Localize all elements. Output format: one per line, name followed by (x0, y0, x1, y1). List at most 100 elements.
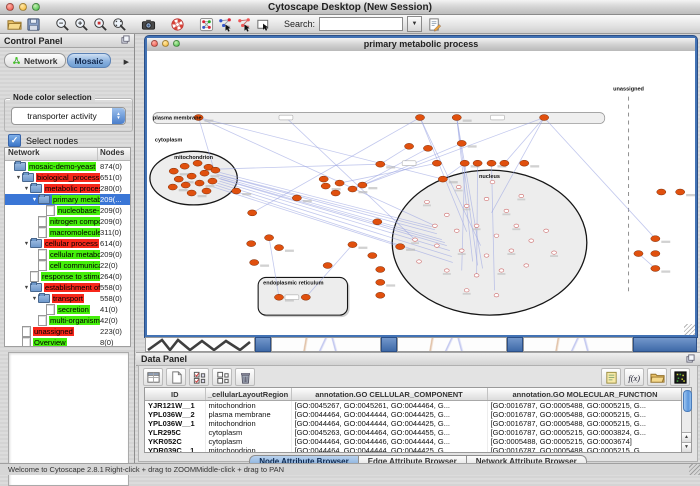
annotation-select-icon[interactable] (255, 16, 272, 33)
tree-row[interactable]: response to stimul264(0) (5, 271, 130, 282)
attribute-cell[interactable]: [GO:0045267, GO:0045261, GO:0044464, G..… (291, 401, 487, 411)
float-panel-icon[interactable] (686, 354, 695, 365)
search-config-icon[interactable] (426, 16, 443, 33)
attribute-table-row[interactable]: YLR295Ccytoplasm[GO:0045263, GO:0044464,… (145, 428, 682, 437)
tree-row[interactable]: ▼metabolic process280(0) (5, 183, 130, 194)
attribute-cell[interactable]: mitochondrion (205, 401, 291, 411)
zoom-out-icon[interactable] (54, 16, 71, 33)
column-header-id[interactable]: ID (145, 388, 205, 401)
attribute-cell[interactable]: mitochondrion (205, 419, 291, 428)
zoom-selected-icon[interactable] (92, 16, 109, 33)
label-icon[interactable] (601, 368, 621, 386)
select-nodes-checkbox[interactable]: ✓ (8, 134, 21, 147)
select-nodes-network-icon[interactable] (217, 16, 234, 33)
tree-row[interactable]: ▼transport558(0) (5, 293, 130, 304)
background-window-chrome[interactable] (381, 337, 397, 352)
tab-network[interactable]: Network (4, 53, 66, 68)
matrix-icon[interactable] (670, 368, 690, 386)
tree-row[interactable]: cell communicat22(0) (5, 260, 130, 271)
attribute-delete-icon[interactable] (235, 368, 255, 386)
attribute-table-row[interactable]: YDR039C__1mitochondrion[GO:0044464, GO:0… (145, 446, 682, 453)
background-window-chrome[interactable] (255, 337, 271, 352)
attribute-cell[interactable]: YPL036W__2 (145, 410, 205, 419)
network-window-titlebar[interactable]: primary metabolic process (147, 38, 695, 52)
attribute-cell[interactable]: mitochondrion (205, 446, 291, 453)
import-table-icon[interactable] (647, 368, 667, 386)
node-color-dropdown[interactable]: transporter activity ▲▼ (11, 107, 126, 125)
attribute-cell[interactable]: [GO:0016787, GO:0005488, GO:0005215, G..… (487, 410, 682, 419)
attribute-cell[interactable]: YDR039C__1 (145, 446, 205, 453)
background-window-thumbnail[interactable] (397, 337, 507, 352)
tree-row[interactable]: ▼establishment of lo558(0) (5, 282, 130, 293)
tree-row[interactable]: nitrogen compo209(0) (5, 216, 130, 227)
attribute-unselect-icon[interactable] (212, 368, 232, 386)
tree-expander-icon[interactable]: ▼ (23, 285, 30, 291)
background-window-thumbnail[interactable] (271, 337, 381, 352)
tree-expander-icon[interactable]: ▼ (31, 296, 38, 302)
tree-row[interactable]: mosaic-demo-yeast874(0) (5, 161, 130, 172)
background-window-thumbnail[interactable] (523, 337, 633, 352)
attribute-cell[interactable]: YLR295C (145, 428, 205, 437)
tree-row[interactable]: nucleobase-209(0) (5, 205, 130, 216)
network-window-resize-grip[interactable] (684, 324, 695, 335)
attribute-table-row[interactable]: YKR052Ccytoplasm[GO:0044464, GO:0044446,… (145, 437, 682, 446)
attribute-cell[interactable]: cytoplasm (205, 437, 291, 446)
open-file-icon[interactable] (6, 16, 23, 33)
scroll-up-icon[interactable]: ▲ (682, 432, 691, 442)
tree-expander-icon[interactable]: ▼ (15, 175, 22, 181)
select-edges-network-icon[interactable] (236, 16, 253, 33)
zoom-in-icon[interactable] (73, 16, 90, 33)
attribute-cell[interactable]: plasma membrane (205, 410, 291, 419)
background-window-thumbnail[interactable] (145, 337, 255, 352)
attribute-cell[interactable]: [GO:0005488, GO:0005215, GO:0003674] (487, 437, 682, 446)
save-icon[interactable] (25, 16, 42, 33)
search-dropdown-button[interactable]: ▼ (407, 16, 422, 32)
tree-expander-icon[interactable]: ▼ (23, 186, 30, 192)
network-graph[interactable]: plasma membranecytoplasmmitochondrionnuc… (147, 51, 695, 335)
formula-icon[interactable]: f(x) (624, 368, 644, 386)
tree-row[interactable]: unassigned223(0) (5, 326, 130, 337)
app-resize-grip[interactable] (689, 464, 700, 475)
tree-row[interactable]: ▼biological_process651(0) (5, 172, 130, 183)
attribute-cell[interactable]: YPL036W__1 (145, 419, 205, 428)
attribute-table-row[interactable]: YJR121W__1mitochondrion[GO:0045267, GO:0… (145, 401, 682, 411)
network-canvas[interactable]: plasma membranecytoplasmmitochondrionnuc… (147, 51, 695, 335)
attribute-cell[interactable]: cytoplasm (205, 428, 291, 437)
tab-mosaic[interactable]: Mosaic (67, 53, 112, 68)
attribute-cell[interactable]: [GO:0044464, GO:0044444, GO:0044425, G..… (291, 446, 487, 453)
attribute-select-icon[interactable] (143, 368, 163, 386)
column-header-region[interactable]: _cellularLayoutRegion (205, 388, 291, 401)
attribute-cell[interactable]: YJR121W__1 (145, 401, 205, 411)
tree-row[interactable]: ▼cellular process614(0) (5, 238, 130, 249)
attribute-table-row[interactable]: YPL036W__1mitochondrion[GO:0044464, GO:0… (145, 419, 682, 428)
tree-expander-icon[interactable]: ▼ (31, 197, 38, 203)
float-panel-icon[interactable] (121, 35, 130, 46)
tree-row[interactable]: Overview8(0) (5, 337, 130, 347)
network-view-icon[interactable] (198, 16, 215, 33)
scrollbar-thumb[interactable] (683, 390, 692, 412)
background-window-chrome[interactable] (507, 337, 523, 352)
column-header-cellular-component[interactable]: annotation.GO CELLULAR_COMPONENT (291, 388, 487, 401)
table-scrollbar[interactable]: ▲ ▼ (681, 387, 692, 453)
attribute-table-row[interactable]: YPL036W__2plasma membrane[GO:0044464, GO… (145, 410, 682, 419)
tree-row[interactable]: multi-organism pro42(0) (5, 315, 130, 326)
tree-row[interactable]: macromolecule311(0) (5, 227, 130, 238)
attribute-cell[interactable]: [GO:0044464, GO:0044444, GO:0044425, G..… (291, 410, 487, 419)
tree-row[interactable]: ▼primary metabo209(... (5, 194, 130, 205)
attribute-cell[interactable]: [GO:0044464, GO:0044446, GO:0044444, G..… (291, 437, 487, 446)
scroll-down-icon[interactable]: ▼ (682, 442, 691, 452)
attribute-cell[interactable]: [GO:0044464, GO:0044444, GO:0044425, G..… (291, 419, 487, 428)
tree-row[interactable]: cellular metabol209(0) (5, 249, 130, 260)
search-input[interactable] (319, 17, 403, 31)
attribute-cell[interactable]: [GO:0016787, GO:0005488, GO:0005215, G..… (487, 401, 682, 411)
tree-row[interactable]: secretion41(0) (5, 304, 130, 315)
attribute-batch-select-icon[interactable] (189, 368, 209, 386)
attribute-cell[interactable]: [GO:0016787, GO:0005215, GO:0003824, G..… (487, 428, 682, 437)
column-header-molecular-function[interactable]: annotation.GO MOLECULAR_FUNCTION (487, 388, 682, 401)
background-window-chrome[interactable] (633, 337, 697, 352)
help-icon[interactable] (169, 16, 186, 33)
zoom-fit-icon[interactable] (111, 16, 128, 33)
tab-overflow-arrow-icon[interactable]: ▶ (121, 56, 132, 68)
attribute-cell[interactable]: [GO:0016787, GO:0005488, GO:0005215, G..… (487, 419, 682, 428)
tree-expander-icon[interactable]: ▼ (23, 241, 30, 247)
